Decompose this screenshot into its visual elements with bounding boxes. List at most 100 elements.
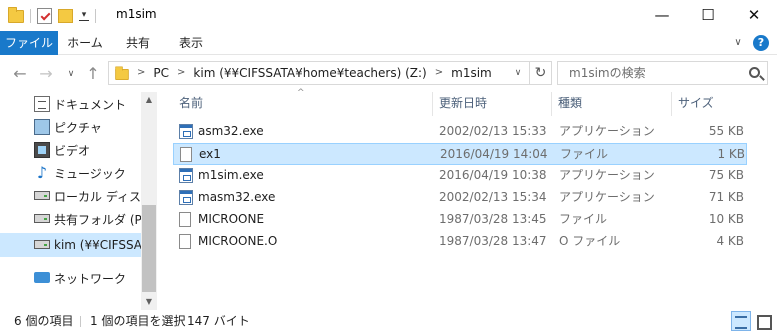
file-list: ^ 名前 更新日時 種類 サイズ asm32.exe 2002/02/13 15…	[157, 88, 777, 310]
properties-icon[interactable]	[37, 8, 52, 24]
title-bar: ▾ m1sim — ☐ ✕	[0, 0, 777, 31]
scroll-down-icon[interactable]: ▼	[141, 294, 157, 310]
file-name: ex1	[199, 147, 221, 161]
column-header-type[interactable]: 種類	[552, 92, 672, 116]
file-type: ファイル	[559, 212, 608, 226]
file-row[interactable]: MICROONE 1987/03/28 13:45 ファイル 10 KB	[173, 209, 747, 231]
new-folder-icon[interactable]	[58, 9, 73, 23]
file-date: 1987/03/28 13:47	[439, 234, 547, 248]
tab-home[interactable]: ホーム	[58, 31, 112, 55]
address-bar[interactable]: > PC > kim (¥¥CIFSSATA¥home¥teachers) (Z…	[108, 61, 552, 85]
nav-item-documents[interactable]: ドキュメント	[0, 92, 141, 116]
search-box[interactable]: m1simの検索	[557, 61, 768, 85]
tab-file[interactable]: ファイル	[0, 31, 58, 55]
minimize-button[interactable]: —	[639, 0, 685, 30]
file-name: m1sim.exe	[198, 168, 264, 182]
nav-item-music[interactable]: ♪ ミュージック	[0, 161, 141, 185]
local-disk-icon	[34, 191, 50, 200]
scroll-up-icon[interactable]: ▲	[141, 92, 157, 108]
music-icon: ♪	[36, 163, 48, 182]
toolbar-divider	[95, 9, 96, 23]
file-icon	[179, 234, 191, 249]
expand-ribbon-icon[interactable]: ∨	[731, 36, 745, 50]
file-type: アプリケーション	[559, 168, 655, 182]
chevron-right-icon[interactable]: >	[435, 62, 443, 84]
nav-pane-scrollbar[interactable]: ▲ ▼	[141, 92, 157, 310]
application-icon	[179, 168, 193, 183]
tab-view[interactable]: 表示	[164, 31, 218, 55]
large-icons-view-button[interactable]	[753, 311, 773, 331]
recent-locations-button[interactable]: ∨	[62, 65, 80, 83]
file-row[interactable]: asm32.exe 2002/02/13 15:33 アプリケーション 55 K…	[173, 121, 747, 143]
nav-item-local-disk[interactable]: ローカル ディスク (C	[0, 184, 141, 208]
file-size: 10 KB	[708, 212, 744, 226]
nav-item-videos[interactable]: ビデオ	[0, 138, 141, 162]
breadcrumb-pc[interactable]: PC	[153, 62, 169, 84]
nav-item-label: ドキュメント	[54, 97, 127, 112]
maximize-button[interactable]: ☐	[685, 0, 731, 30]
nav-item-pictures[interactable]: ピクチャ	[0, 115, 141, 139]
network-drive-icon	[34, 214, 50, 223]
application-icon	[179, 124, 193, 139]
refresh-button[interactable]: ↻	[529, 62, 551, 84]
file-date: 2002/02/13 15:34	[439, 190, 547, 204]
scrollbar-thumb[interactable]	[142, 205, 156, 292]
up-button[interactable]: ↑	[84, 65, 102, 83]
details-view-button[interactable]	[731, 311, 751, 331]
file-name: MICROONE.O	[198, 234, 278, 248]
chevron-right-icon[interactable]: >	[177, 62, 185, 84]
search-icon[interactable]	[749, 67, 760, 78]
customize-toolbar-dropdown-icon[interactable]: ▾	[79, 11, 89, 21]
status-item-count: 6 個の項目	[14, 314, 74, 328]
file-type: アプリケーション	[559, 124, 655, 138]
file-size: 71 KB	[708, 190, 744, 204]
status-divider	[80, 316, 81, 327]
address-history-dropdown-icon[interactable]: ∨	[510, 62, 526, 84]
file-row[interactable]: masm32.exe 2002/02/13 15:34 アプリケーション 71 …	[173, 187, 747, 209]
ribbon-controls: ∨ ?	[731, 35, 769, 51]
file-row[interactable]: m1sim.exe 2016/04/19 10:38 アプリケーション 75 K…	[173, 165, 747, 187]
nav-item-label: 共有フォルダ (P:)	[54, 212, 141, 227]
file-row[interactable]: MICROONE.O 1987/03/28 13:47 O ファイル 4 KB	[173, 231, 747, 253]
tab-share[interactable]: 共有	[112, 31, 164, 55]
breadcrumb-folder[interactable]: m1sim	[451, 62, 492, 84]
nav-item-network[interactable]: ネットワーク	[0, 266, 141, 290]
forward-button[interactable]: →	[37, 65, 55, 83]
status-bar: 6 個の項目 1 個の項目を選択 147 バイト	[0, 310, 777, 332]
videos-icon	[34, 142, 50, 158]
file-icon	[180, 147, 192, 162]
help-icon[interactable]: ?	[753, 35, 769, 51]
ribbon-tabs: ファイル ホーム 共有 表示 ∨ ?	[0, 31, 777, 55]
breadcrumb-drive[interactable]: kim (¥¥CIFSSATA¥home¥teachers) (Z:)	[193, 62, 426, 84]
status-selection-size: 147 バイト	[187, 314, 250, 328]
documents-icon	[34, 96, 50, 112]
file-row-selected[interactable]: ex1 2016/04/19 14:04 ファイル 1 KB	[173, 143, 747, 165]
nav-item-label: ミュージック	[54, 166, 126, 181]
navigation-bar: ← → ∨ ↑ > PC > kim (¥¥CIFSSATA¥home¥teac…	[0, 55, 777, 92]
file-date: 2002/02/13 15:33	[439, 124, 547, 138]
toolbar-divider	[30, 9, 31, 23]
chevron-right-icon[interactable]: >	[137, 62, 145, 84]
file-date: 2016/04/19 10:38	[439, 168, 547, 182]
back-button[interactable]: ←	[11, 65, 29, 83]
file-date: 2016/04/19 14:04	[440, 147, 548, 161]
window-title: m1sim	[116, 7, 157, 21]
navigation-pane: ドキュメント ピクチャ ビデオ ♪ ミュージック ローカル ディスク (C 共有…	[0, 92, 157, 310]
close-button[interactable]: ✕	[731, 0, 777, 30]
file-name: masm32.exe	[198, 190, 276, 204]
nav-item-kim-drive[interactable]: kim (¥¥CIFSSATA	[0, 233, 141, 257]
column-header-date[interactable]: 更新日時	[433, 92, 552, 116]
file-date: 1987/03/28 13:45	[439, 212, 547, 226]
nav-item-shared-folder[interactable]: 共有フォルダ (P:)	[0, 207, 141, 231]
search-placeholder: m1simの検索	[569, 66, 646, 80]
file-name: asm32.exe	[198, 124, 264, 138]
application-icon	[179, 190, 193, 205]
file-type: O ファイル	[559, 234, 621, 248]
nav-item-label: kim (¥¥CIFSSATA	[54, 238, 141, 252]
column-header-size[interactable]: サイズ	[672, 92, 747, 116]
column-header-name[interactable]: 名前	[173, 92, 433, 116]
file-size: 1 KB	[717, 147, 745, 161]
status-selection: 1 個の項目を選択	[90, 314, 186, 328]
file-name: MICROONE	[198, 212, 265, 226]
nav-item-label: ピクチャ	[54, 120, 102, 135]
